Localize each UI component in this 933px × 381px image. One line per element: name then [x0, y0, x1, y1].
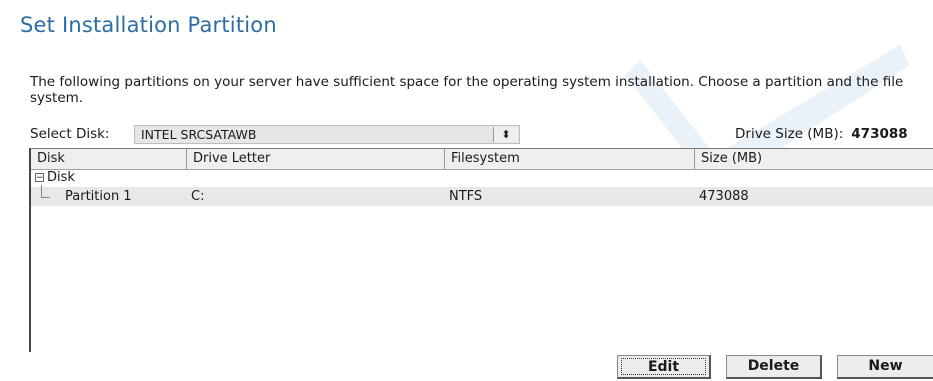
delete-button[interactable]: Delete — [726, 355, 822, 379]
cell-disk: Partition 1 — [65, 189, 132, 204]
tree-node-disk[interactable]: − Disk — [31, 169, 933, 186]
disk-select-value: INTEL SRCSATAWB — [141, 127, 257, 142]
edit-button[interactable]: Edit — [617, 355, 711, 379]
column-header-filesystem[interactable]: Filesystem — [445, 149, 695, 169]
drive-size-label: Drive Size (MB): — [735, 126, 844, 142]
partition-table: Disk Drive Letter Filesystem Size (MB) −… — [29, 148, 933, 352]
column-header-disk[interactable]: Disk — [31, 149, 187, 169]
page-title: Set Installation Partition — [20, 13, 277, 37]
drive-size: Drive Size (MB): 473088 — [735, 125, 908, 144]
tree-connector — [41, 185, 50, 198]
new-button[interactable]: New — [837, 355, 933, 379]
column-header-size[interactable]: Size (MB) — [695, 149, 933, 169]
tree-collapse-icon[interactable]: − — [35, 173, 44, 183]
column-header-drive-letter[interactable]: Drive Letter — [187, 149, 445, 169]
updown-arrows-icon[interactable]: ⬍ — [493, 127, 518, 142]
cell-drive-letter: C: — [191, 189, 205, 204]
intro-text: The following partitions on your server … — [30, 74, 904, 106]
drive-size-value: 473088 — [851, 126, 908, 142]
disk-select[interactable]: INTEL SRCSATAWB ⬍ — [134, 125, 520, 144]
table-header: Disk Drive Letter Filesystem Size (MB) — [31, 149, 933, 170]
edit-button-label: Edit — [621, 358, 706, 375]
cell-size: 473088 — [699, 189, 749, 204]
table-row[interactable]: Partition 1 C: NTFS 473088 — [31, 185, 933, 206]
select-disk-label: Select Disk: — [30, 126, 110, 142]
cell-filesystem: NTFS — [449, 189, 483, 204]
tree-node-disk-label: Disk — [47, 170, 75, 185]
